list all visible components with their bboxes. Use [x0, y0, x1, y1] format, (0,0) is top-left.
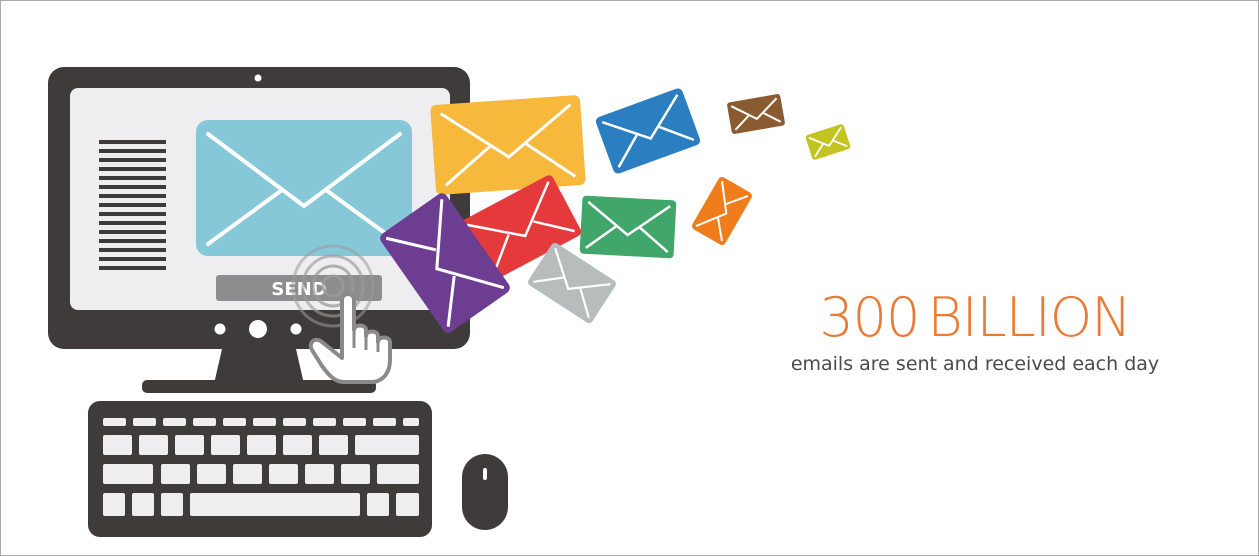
stat-number: 300 BILLION	[735, 288, 1215, 347]
envelope-icon-blue	[595, 88, 701, 174]
send-button-label: SEND	[271, 279, 326, 300]
email-illustration: SEND	[48, 67, 851, 537]
bezel-dot	[214, 323, 226, 335]
send-button[interactable]: SEND	[216, 275, 382, 301]
stat-caption: emails are sent and received each day	[790, 353, 1160, 376]
keyboard	[88, 401, 432, 537]
envelope-icon-yellow	[430, 95, 586, 195]
envelope-icon-orange	[692, 176, 752, 246]
envelope-icon-green	[579, 195, 677, 259]
stat-number-value: 300	[819, 286, 920, 349]
bezel-dot	[290, 323, 302, 335]
envelope-icon-lime	[805, 124, 851, 160]
power-button-icon	[249, 320, 267, 338]
webcam-dot	[254, 74, 262, 82]
mouse-icon	[462, 454, 508, 530]
document-lines	[99, 140, 166, 270]
stat-number-unit: BILLION	[927, 286, 1131, 349]
stat-block: 300 BILLION emails are sent and received …	[735, 288, 1215, 376]
monitor: SEND	[48, 67, 470, 349]
envelope-icon-brown	[727, 94, 785, 134]
screen-envelope-icon	[196, 120, 412, 256]
